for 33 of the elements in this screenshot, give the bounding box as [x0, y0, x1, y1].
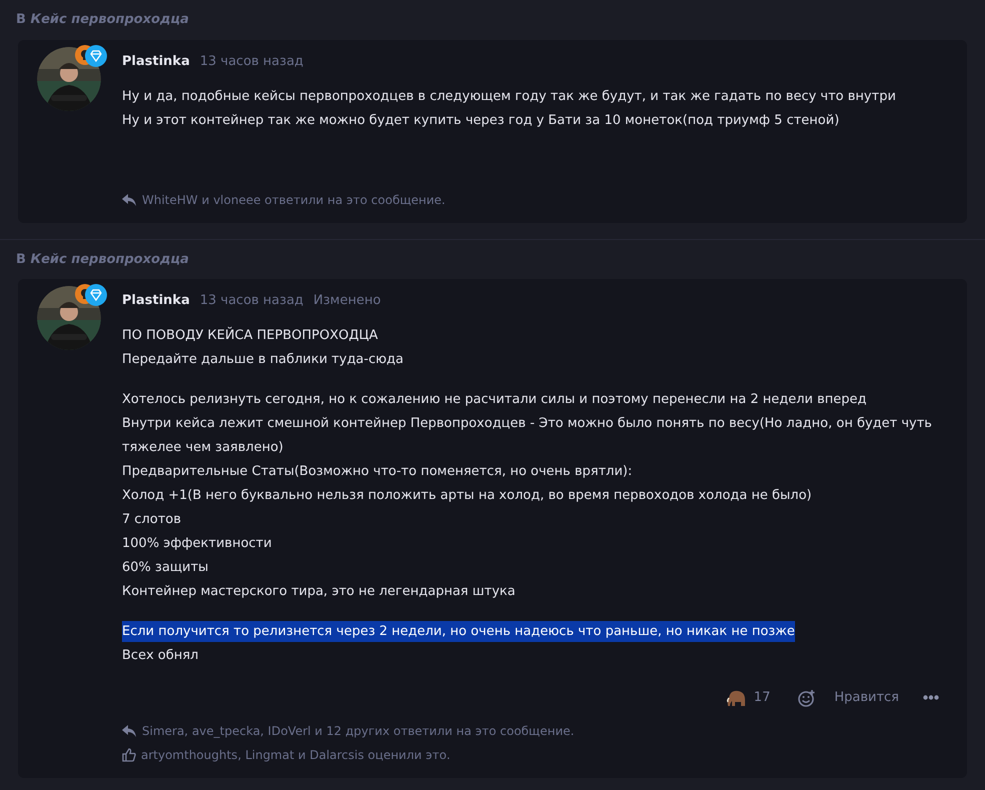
post-text-line: ПО ПОВОДУ КЕЙСА ПЕРВОПРОХОДЦА	[122, 328, 378, 343]
post-text-line: Предварительные Статы(Возможно что-то поменяется, но очень врятли):	[122, 464, 632, 479]
edited-label: Изменено	[313, 292, 381, 310]
reply-icon	[122, 194, 137, 206]
author-name[interactable]: Plastinka	[122, 291, 190, 310]
like-button[interactable]: Нравится	[834, 688, 899, 708]
post-text-line: Передайте дальше в паблики туда-сюда	[122, 352, 404, 367]
replies-note[interactable]: Simera, ave_tpecka, IDoVerl и 12 других ответили на это сообщение.	[142, 722, 574, 740]
post-time: 13 часов назад	[200, 52, 304, 70]
author-name[interactable]: Plastinka	[122, 52, 190, 71]
post-time: 13 часов назад	[200, 292, 304, 310]
diamond-badge-icon	[85, 284, 107, 306]
diamond-badge-icon	[85, 44, 107, 66]
post-text-line: 60% защиты	[122, 560, 208, 575]
post-text-line: Контейнер мастерского тира, это не легендарная штука	[122, 584, 516, 599]
post-text-line: Ну и этот контейнер так же можно будет купить через год у Бати за 10 монеток(под триумф 5 стеной)	[122, 112, 840, 128]
reply-icon	[122, 724, 137, 736]
thread-link[interactable]: В Кейс первопроходца	[16, 252, 189, 266]
post-text-line: Всех обнял	[122, 648, 198, 663]
thumbs-up-icon	[122, 748, 136, 762]
post-text-line: Внутри кейса лежит смешной контейнер Первопроходцев - Это можно было понять по весу(Но ладно, он будет чуть тяжелее чем заявлено)	[122, 416, 932, 455]
reaction-count[interactable]: 17	[754, 688, 770, 708]
replies-note[interactable]: WhiteHW и vloneee ответили на это сообщение.	[142, 190, 446, 208]
add-reaction-icon[interactable]	[798, 688, 816, 707]
likes-note[interactable]: artyomthoughts, Lingmat и Dalarcsis оценили это.	[141, 746, 450, 764]
post-text-line: 7 слотов	[122, 512, 182, 527]
post-text-line: Ну и да, подобные кейсы первопроходцев в следующем году так же будут, и так же гадать по весу что внутри	[122, 88, 896, 104]
post-text-line: Хотелось релизнуть сегодня, но к сожалению не расчитали силы и поэтому перенесли на 2 недели вперед	[122, 392, 867, 407]
post-text-line: 100% эффективности	[122, 536, 272, 551]
more-options-icon[interactable]	[923, 695, 939, 700]
mammoth-icon	[726, 688, 746, 707]
thread-link[interactable]: В Кейс первопроходца	[16, 12, 189, 27]
post-text-line: Холод +1(В него буквально нельзя положить арты на холод, во время первоходов холода не было)	[122, 488, 812, 503]
